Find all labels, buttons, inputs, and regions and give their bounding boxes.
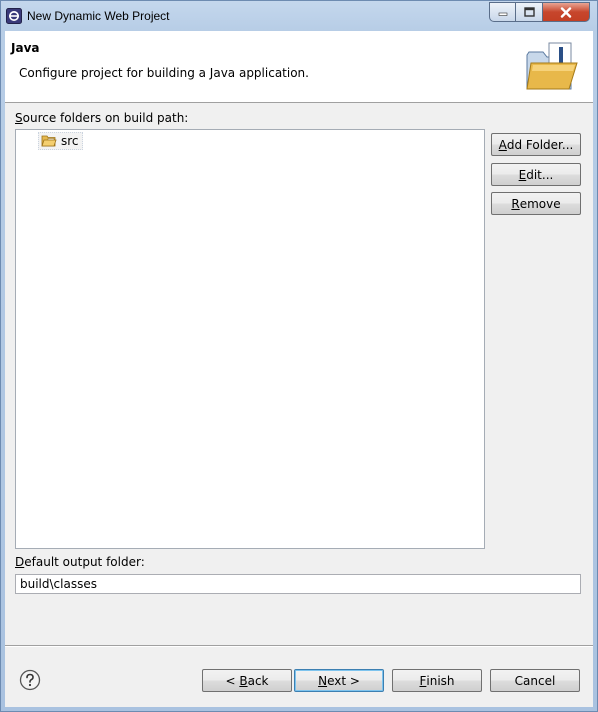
tree-item-src[interactable]: src	[38, 132, 83, 150]
add-folder-button[interactable]: Add Folder...	[491, 133, 581, 156]
edit-mnemonic: E	[518, 167, 527, 182]
page-title: Java	[11, 41, 40, 55]
finish-label: inish	[426, 673, 455, 688]
close-button[interactable]	[543, 2, 590, 22]
remove-button[interactable]: Remove	[491, 192, 581, 215]
add-folder-label: dd Folder...	[506, 137, 574, 152]
source-folders-label: Source folders on build path:	[15, 111, 188, 125]
back-prefix: <	[225, 673, 240, 688]
back-button[interactable]: < Back	[202, 669, 292, 692]
add-folder-mnemonic: A	[498, 137, 507, 152]
page-description: Configure project for building a Java ap…	[19, 66, 309, 80]
minimize-button[interactable]	[489, 2, 516, 22]
remove-label: emove	[519, 196, 561, 211]
wizard-header: Java Configure project for building a Ja…	[5, 31, 593, 103]
source-folders-label-text: ource folders on build path:	[22, 111, 189, 125]
java-folder-banner-icon	[526, 42, 578, 90]
maximize-icon	[523, 7, 535, 17]
edit-label: dit...	[526, 167, 554, 182]
cancel-button[interactable]: Cancel	[490, 669, 580, 692]
source-folders-label-mnemonic: S	[15, 111, 23, 125]
default-output-folder-label: Default output folder:	[15, 555, 145, 569]
maximize-button[interactable]	[516, 2, 543, 22]
title-bar[interactable]: New Dynamic Web Project	[1, 1, 597, 31]
next-mnemonic: N	[318, 673, 328, 688]
source-folders-tree[interactable]: src	[15, 129, 485, 549]
finish-mnemonic: F	[419, 673, 427, 688]
window-title: New Dynamic Web Project	[27, 9, 170, 23]
dialog-window: New Dynamic Web Project Java Configure p…	[0, 0, 598, 712]
remove-mnemonic: R	[511, 196, 520, 211]
next-label: ext >	[327, 673, 360, 688]
back-label: ack	[247, 673, 269, 688]
source-folder-icon	[41, 135, 57, 147]
footer-separator	[5, 645, 593, 647]
finish-button[interactable]: Finish	[392, 669, 482, 692]
tree-item-label: src	[61, 134, 79, 148]
output-label-text: efault output folder:	[24, 555, 145, 569]
dialog-client-area: Java Configure project for building a Ja…	[5, 31, 593, 707]
default-output-folder-input[interactable]: build\classes	[15, 574, 581, 594]
edit-button[interactable]: Edit...	[491, 163, 581, 186]
help-icon[interactable]	[19, 669, 41, 691]
minimize-icon	[498, 12, 507, 16]
output-label-mnemonic: D	[15, 555, 25, 569]
close-icon	[560, 6, 572, 18]
back-mnemonic: B	[239, 673, 248, 688]
next-button[interactable]: Next >	[294, 669, 384, 692]
eclipse-app-icon	[6, 8, 22, 24]
